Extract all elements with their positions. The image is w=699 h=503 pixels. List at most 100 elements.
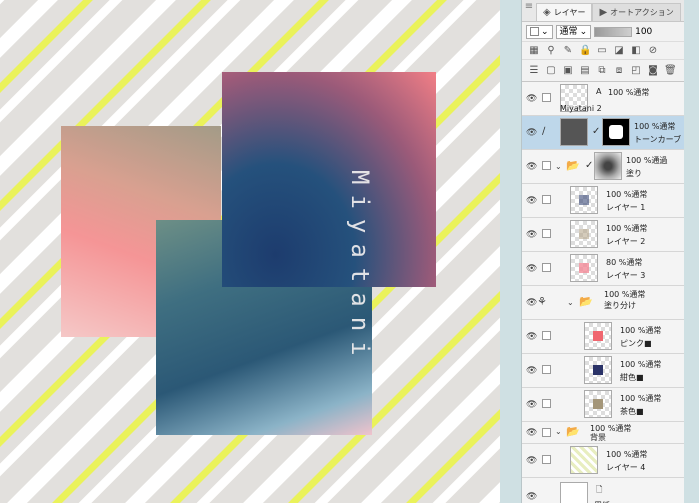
chevron-down-icon[interactable]: ⌄: [555, 162, 562, 171]
layer-thumbnail: [570, 446, 598, 474]
layer-thumbnail: [584, 356, 612, 384]
layer-check[interactable]: [542, 428, 551, 437]
app-window: Miyatani ≡ ◈ レイヤー ▶ オートアクション ⌄ 通常 ⌄ 100 ▦: [0, 0, 699, 503]
folder-icon: 📂: [566, 159, 580, 172]
layer-row[interactable]: 👁 A 100 %通常 Miyatani 2: [522, 82, 684, 116]
layer-panel: ≡ ◈ レイヤー ▶ オートアクション ⌄ 通常⌄ 100 ▦ ⚲ ✎ 🔒 ▭: [521, 0, 689, 503]
mask-icon[interactable]: ◪: [613, 45, 625, 56]
eye-icon[interactable]: 👁: [526, 332, 537, 342]
layer-name: 紺色■: [620, 373, 644, 382]
layer-check[interactable]: [542, 93, 551, 102]
layer-row-folder[interactable]: 👁 ⌄ 📂 100 %通常 背景: [522, 422, 684, 444]
draft-layer-icon[interactable]: ✎: [562, 45, 574, 56]
layer-name: レイヤー 2: [606, 237, 646, 246]
eye-icon[interactable]: 👁: [526, 428, 537, 438]
eye-icon[interactable]: 👁: [526, 400, 537, 410]
layer-row[interactable]: 👁 100 %通常 レイヤー 2: [522, 218, 684, 252]
new-folder-icon[interactable]: ▤: [579, 65, 591, 76]
layer-mask-icon[interactable]: ◙: [647, 65, 659, 76]
layer-meta: 100 %通常: [606, 190, 648, 199]
layers-icon: ◈: [543, 6, 551, 18]
layer-row-folder[interactable]: 👁 ⌄ 📂 ✓ 100 %通過 塗り: [522, 150, 684, 184]
pen-icon: ∕: [542, 126, 546, 137]
layer-check[interactable]: [542, 399, 551, 408]
check-icon: ✓: [592, 126, 601, 137]
paper-thumbnail: [560, 482, 588, 503]
eye-icon[interactable]: 👁: [526, 230, 537, 240]
lock-icon[interactable]: 🔒: [579, 45, 591, 56]
layer-row-paper[interactable]: 👁 🗋 用紙: [522, 478, 684, 503]
merge-icon[interactable]: ⧈: [613, 65, 625, 76]
folder-mask-thumbnail: [594, 152, 622, 180]
new-vector-layer-icon[interactable]: ▣: [562, 65, 574, 76]
palette-color-icon[interactable]: ◧: [630, 45, 642, 56]
new-raster-layer-icon[interactable]: ▢: [545, 65, 557, 76]
layer-row[interactable]: 👁 100 %通常 レイヤー 1: [522, 184, 684, 218]
tab-layers-label: レイヤー: [553, 7, 586, 17]
layer-check[interactable]: [542, 229, 551, 238]
folder-icon: 📂: [579, 295, 593, 308]
layer-effect-icon: ⚘: [537, 295, 547, 308]
eye-icon[interactable]: 👁: [526, 366, 537, 376]
layer-row[interactable]: 👁 100 %通常 紺色■: [522, 354, 684, 388]
layer-check[interactable]: [542, 195, 551, 204]
signature-text: Miyatani: [346, 169, 374, 366]
layer-meta: 100 %通常: [620, 326, 662, 335]
combine-icon[interactable]: ◰: [630, 65, 642, 76]
reference-layer-icon[interactable]: ⚲: [545, 45, 557, 56]
layer-name: トーンカーブ 1: [634, 135, 689, 144]
eye-icon[interactable]: 👁: [526, 298, 537, 308]
layer-meta: 100 %通常: [604, 290, 646, 299]
layer-thumbnail: [584, 322, 612, 350]
drawing-canvas[interactable]: Miyatani: [0, 0, 500, 503]
layer-thumbnail: [570, 186, 598, 214]
layer-check[interactable]: [542, 365, 551, 374]
lock-transparent-icon[interactable]: ▦: [528, 45, 540, 56]
panel-scrollbar[interactable]: [684, 0, 699, 503]
opacity-slider[interactable]: [594, 26, 633, 37]
pink-square: [222, 72, 436, 287]
tab-auto-action[interactable]: ▶ オートアクション: [592, 3, 681, 21]
delete-icon[interactable]: 🗑: [664, 65, 677, 76]
layer-menu-icon[interactable]: ☰: [528, 65, 540, 76]
layer-check[interactable]: [542, 331, 551, 340]
check-icon: ✓: [585, 160, 594, 171]
clip-icon[interactable]: ▭: [596, 45, 608, 56]
eye-icon[interactable]: 👁: [526, 196, 537, 206]
layer-thumbnail: [570, 254, 598, 282]
layer-row-selected[interactable]: 👁 ∕ ✓ 100 %通常 トーンカーブ 1: [522, 116, 689, 150]
chevron-down-icon[interactable]: ⌄: [555, 427, 562, 436]
ruler-icon[interactable]: ⊘: [647, 45, 659, 56]
tab-layers[interactable]: ◈ レイヤー: [536, 3, 593, 21]
layer-row[interactable]: 👁 100 %通常 レイヤー 4: [522, 444, 684, 478]
layer-check[interactable]: [542, 161, 551, 170]
eye-icon[interactable]: 👁: [526, 456, 537, 466]
eye-icon[interactable]: 👁: [526, 128, 537, 138]
eye-icon[interactable]: 👁: [526, 264, 537, 274]
layer-meta: 100 %通常: [606, 450, 648, 459]
transfer-down-icon[interactable]: ⧉: [596, 65, 608, 76]
eye-icon[interactable]: 👁: [526, 492, 537, 502]
layer-name: 塗り分け: [604, 301, 636, 310]
layer-row[interactable]: 👁 80 %通常 レイヤー 3: [522, 252, 684, 286]
opacity-value[interactable]: 100: [635, 27, 652, 37]
layer-name: Miyatani 2: [560, 104, 602, 113]
layer-name: レイヤー 1: [606, 203, 646, 212]
text-layer-icon: A: [596, 87, 602, 96]
menu-icon[interactable]: ≡: [522, 0, 536, 21]
layer-name: レイヤー 4: [606, 463, 646, 472]
layer-check[interactable]: [542, 263, 551, 272]
layer-check[interactable]: [542, 455, 551, 464]
eye-icon[interactable]: 👁: [526, 162, 537, 172]
paper-icon: 🗋: [596, 485, 603, 494]
layer-row[interactable]: 👁 100 %通常 茶色■: [522, 388, 684, 422]
layer-row[interactable]: 👁 100 %通常 ピンク■: [522, 320, 684, 354]
expression-color-select[interactable]: ⌄: [526, 24, 553, 39]
layer-row-folder[interactable]: 👁 ⚘ ⌄ 📂 100 %通常 塗り分け: [522, 286, 684, 320]
blend-mode-select[interactable]: 通常 ⌄: [555, 24, 592, 39]
tab-auto-action-label: オートアクション: [610, 7, 674, 17]
chevron-down-icon[interactable]: ⌄: [567, 298, 574, 307]
auto-action-icon: ▶: [599, 6, 608, 18]
layer-meta: 100 %通常: [634, 122, 676, 131]
eye-icon[interactable]: 👁: [526, 94, 537, 104]
